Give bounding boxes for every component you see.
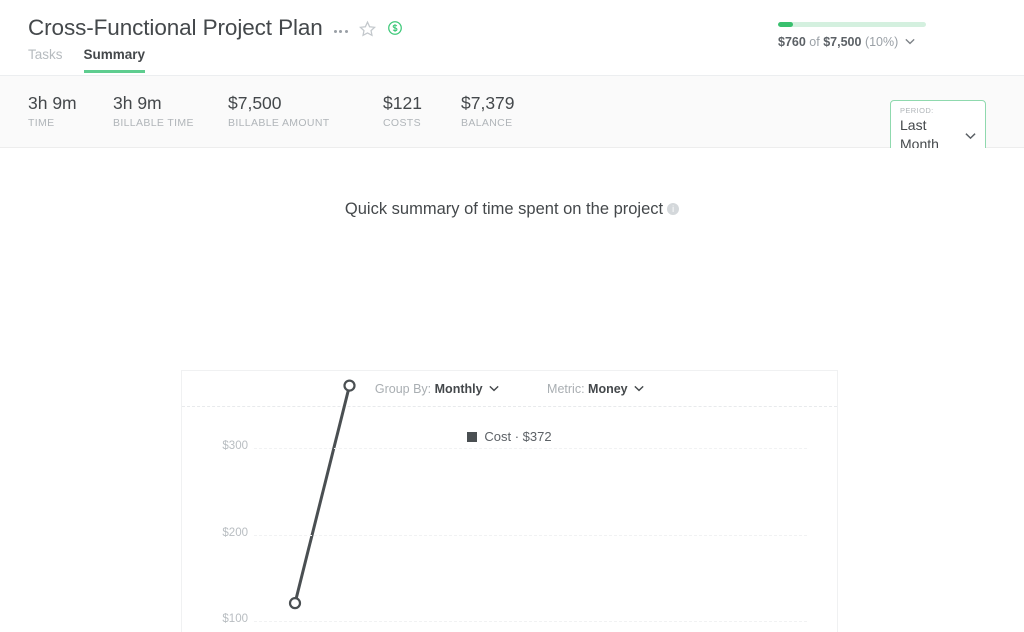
chart-gridline	[254, 621, 807, 622]
chart-plot-area: $300$200$1000JunJulAugSepOctNovDecJanFeb…	[182, 371, 839, 632]
chart-heading-text: Quick summary of time spent on the proje…	[345, 200, 663, 218]
stats-bar: 3h 9m TIME 3h 9m BILLABLE TIME $7,500 BI…	[0, 76, 1024, 148]
budget-progress-fill	[778, 22, 793, 27]
tab-summary[interactable]: Summary	[84, 47, 146, 73]
stat-value: $7,500	[228, 92, 383, 114]
page-title: Cross-Functional Project Plan	[28, 14, 323, 42]
budget-total: $7,500	[823, 35, 861, 49]
stat-label: BILLABLE TIME	[113, 117, 228, 129]
chart-gridline	[254, 448, 807, 449]
budget-spent: $760	[778, 35, 806, 49]
chart-line-svg	[182, 371, 839, 632]
chevron-down-icon[interactable]	[634, 381, 644, 395]
stat-value: $7,379	[461, 92, 515, 114]
stat-value: $121	[383, 92, 461, 114]
stat-balance: $7,379 BALANCE	[461, 92, 515, 129]
stat-label: BILLABLE AMOUNT	[228, 117, 383, 129]
legend-swatch-cost	[467, 432, 477, 442]
stat-label: TIME	[28, 117, 113, 129]
stat-value: 3h 9m	[113, 92, 228, 114]
metric-label: Metric:	[547, 382, 585, 396]
chart-data-point-marker[interactable]	[290, 598, 300, 608]
metric-value: Money	[588, 382, 628, 396]
main-content: Quick summary of time spent on the proje…	[0, 148, 1024, 632]
info-icon[interactable]: i	[667, 203, 679, 215]
app-header: Cross-Functional Project Plan Tasks Summ…	[0, 0, 1024, 76]
star-outline-icon[interactable]	[359, 20, 376, 42]
legend-label-cost: Cost · $372	[484, 429, 551, 444]
group-by-value: Monthly	[435, 382, 483, 396]
chevron-down-icon[interactable]	[489, 381, 499, 395]
chart-heading: Quick summary of time spent on the proje…	[0, 148, 1024, 219]
budget-of-word: of	[809, 35, 819, 49]
budget-percent: (10%)	[865, 35, 898, 49]
chart-panel: Group By: Monthly Metric: Money Cost · $…	[181, 370, 838, 632]
budget-summary-text[interactable]: $760 of $7,500 (10%)	[778, 34, 978, 49]
group-by-label: Group By:	[375, 382, 431, 396]
stat-label: COSTS	[383, 117, 461, 129]
ellipsis-icon[interactable]	[334, 24, 348, 33]
stat-value: 3h 9m	[28, 92, 113, 114]
y-axis-tick-label: $100	[200, 613, 248, 625]
stat-costs: $121 COSTS	[383, 92, 461, 129]
budget-progress-track	[778, 22, 926, 27]
tab-tasks[interactable]: Tasks	[28, 47, 63, 73]
metric-control[interactable]: Metric: Money	[547, 381, 644, 396]
dollar-circle-icon[interactable]	[387, 20, 403, 41]
y-axis-tick-label: $200	[200, 527, 248, 539]
chevron-down-icon[interactable]	[965, 126, 976, 145]
chevron-down-icon[interactable]	[905, 34, 915, 48]
chart-gridline	[254, 535, 807, 536]
chart-legend: Cost · $372	[182, 429, 837, 444]
stat-label: BALANCE	[461, 117, 515, 129]
stat-time: 3h 9m TIME	[28, 92, 113, 129]
chart-series-line	[295, 386, 350, 604]
stat-billable-time: 3h 9m BILLABLE TIME	[113, 92, 228, 129]
budget-widget[interactable]: $760 of $7,500 (10%)	[778, 22, 978, 49]
group-by-control[interactable]: Group By: Monthly	[375, 381, 499, 396]
tab-bar: Tasks Summary	[0, 47, 1024, 73]
chart-controls: Group By: Monthly Metric: Money	[182, 371, 837, 407]
stat-billable-amount: $7,500 BILLABLE AMOUNT	[228, 92, 383, 129]
period-selector-label: PERIOD:	[900, 106, 976, 116]
